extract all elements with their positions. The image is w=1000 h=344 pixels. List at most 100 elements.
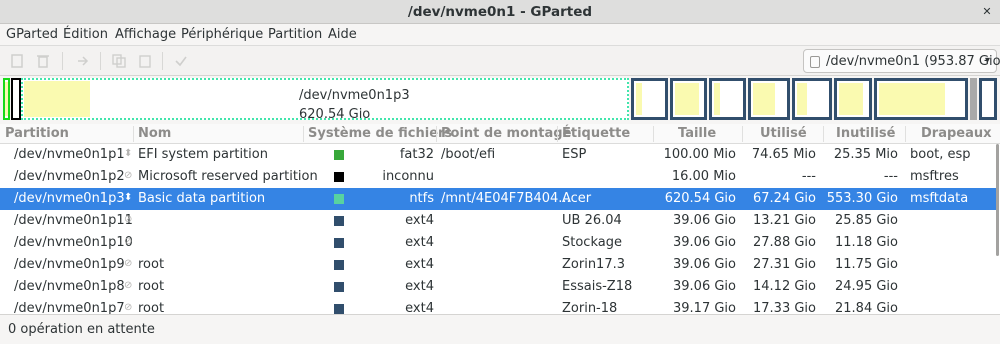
cell-used: --- (801, 169, 816, 184)
cell-partition: /dev/nvme0n1p7 (14, 301, 125, 314)
table-row[interactable]: /dev/nvme0n1p1 ⬍ EFI system partition fat32… (0, 144, 996, 166)
menu-edition[interactable]: Édition (63, 27, 108, 42)
cell-size: 39.06 Gio (673, 279, 736, 294)
apply-icon[interactable] (174, 54, 188, 68)
cell-unused: 25.35 Mio (833, 147, 898, 162)
cell-label: Zorin-18 (562, 301, 618, 314)
cell-filesystem: ext4 (405, 257, 434, 272)
info-icon: ⊘ (124, 302, 133, 313)
diskmap-used-area (714, 83, 720, 115)
partition-table: Partition Nom Système de fichiers Point … (0, 124, 1000, 314)
diskmap-unallocated[interactable] (970, 78, 977, 120)
column-header-flags[interactable]: Drapeaux (921, 126, 992, 141)
toolbar-separator (162, 52, 163, 70)
cell-flags: msftdata (910, 191, 969, 206)
cell-size: 16.00 Mio (671, 169, 736, 184)
cell-partition: /dev/nvme0n1p9 (14, 257, 125, 272)
diskmap-used-area (753, 83, 775, 115)
cell-used: 67.24 Gio (753, 191, 816, 206)
diskmap-used-area (636, 83, 642, 115)
column-header-size[interactable]: Taille (678, 126, 716, 141)
cell-label: UB 26.04 (562, 213, 622, 228)
table-scrollbar[interactable] (996, 144, 999, 256)
column-header-unused[interactable]: Inutilisé (836, 126, 895, 141)
diskmap-used-area (24, 81, 90, 117)
cell-unused: 21.84 Gio (835, 301, 898, 314)
diskmap-used-area (839, 83, 863, 115)
diskmap-partition-p8[interactable] (792, 78, 832, 120)
diskmap-used-area (675, 83, 699, 115)
diskmap-partition-p5[interactable] (670, 78, 707, 120)
column-header-name[interactable]: Nom (138, 126, 171, 141)
device-selector-label: /dev/nvme0n1 (953.87 Gio) (826, 54, 1000, 69)
diskmap-partition-p3[interactable]: /dev/nvme0n1p3 620.54 Gio (21, 78, 629, 122)
cell-partition: /dev/nvme0n1p3 (14, 191, 125, 206)
filesystem-color-swatch (334, 304, 344, 314)
toolbar-separator (100, 52, 101, 70)
copy-icon[interactable] (112, 54, 126, 68)
cell-mountpoint: /boot/efi (441, 147, 496, 162)
filesystem-color-swatch (334, 194, 344, 204)
menu-peripherique[interactable]: Périphérique (181, 27, 263, 42)
column-header-partition[interactable]: Partition (5, 126, 69, 141)
cell-partition: /dev/nvme0n1p1 (14, 147, 125, 162)
menu-affichage[interactable]: Affichage (115, 27, 176, 42)
cell-flags: msftres (910, 169, 959, 184)
cell-size: 39.06 Gio (673, 213, 736, 228)
cell-unused: 24.95 Gio (835, 279, 898, 294)
diskmap-partition-p11[interactable] (979, 78, 997, 120)
status-bar: 0 opération en attente (0, 314, 1000, 344)
cell-name: Microsoft reserved partition (138, 169, 318, 184)
table-row[interactable]: /dev/nvme0n1p7 ⊘ root ext4 Zorin-18 39.17 Gio… (0, 298, 996, 314)
menu-gparted[interactable]: GParted (6, 27, 58, 42)
diskmap-partition-p1[interactable] (3, 78, 10, 120)
diskmap-partition-p4[interactable] (631, 78, 668, 120)
table-row[interactable]: /dev/nvme0n1p2 ⊘ Microsoft reserved partit… (0, 166, 996, 188)
table-row[interactable]: /dev/nvme0n1p11 ⊘ ext4 UB 26.04 39.06 Gio 13.… (0, 210, 996, 232)
cell-size: 100.00 Mio (663, 147, 736, 162)
cell-unused: 25.85 Gio (835, 213, 898, 228)
cell-filesystem: fat32 (399, 147, 434, 162)
chevron-down-icon: ▾ (984, 55, 990, 66)
cell-label: Zorin17.3 (562, 257, 626, 272)
cell-filesystem: ext4 (405, 279, 434, 294)
cell-name: root (138, 301, 165, 314)
new-partition-icon[interactable] (10, 54, 24, 68)
window-title: /dev/nvme0n1 - GParted (407, 4, 593, 20)
diskmap-partition-p10[interactable] (874, 78, 968, 120)
column-header-mountpoint[interactable]: Point de montage (441, 126, 571, 141)
paste-icon[interactable] (138, 54, 152, 68)
table-row[interactable]: /dev/nvme0n1p8 ⊘ root ext4 Essais-Z18 39.06 G… (0, 276, 996, 298)
cell-unused: 553.30 Gio (826, 191, 898, 206)
cell-partition: /dev/nvme0n1p2 (14, 169, 125, 184)
diskmap-partition-p2[interactable] (11, 78, 21, 120)
cell-size: 39.06 Gio (673, 235, 736, 250)
lock-icon: ⬍ (124, 192, 133, 203)
diskmap-partition-p9[interactable] (834, 78, 872, 120)
cell-unused: --- (883, 169, 898, 184)
cell-partition: /dev/nvme0n1p8 (14, 279, 125, 294)
cell-used: 13.21 Gio (753, 213, 816, 228)
diskmap-partition-p6[interactable] (709, 78, 746, 120)
filesystem-color-swatch (334, 172, 344, 182)
menu-aide[interactable]: Aide (328, 27, 357, 42)
column-header-label[interactable]: Étiquette (562, 126, 630, 141)
table-row[interactable]: /dev/nvme0n1p9 ⊘ root ext4 Zorin17.3 39.06 Gi… (0, 254, 996, 276)
table-row[interactable]: /dev/nvme0n1p3 ⬍ Basic data partition ntfs /… (0, 188, 996, 210)
column-header-used[interactable]: Utilisé (760, 126, 807, 141)
toolbar: /dev/nvme0n1 (953.87 Gio) ▾ (0, 46, 1000, 76)
diskmap-partition-p7[interactable] (748, 78, 790, 120)
column-header-filesystem[interactable]: Système de fichiers (308, 126, 452, 141)
menu-partition[interactable]: Partition (268, 27, 322, 42)
resize-move-icon[interactable] (76, 54, 90, 68)
cell-name: Basic data partition (138, 191, 266, 206)
filesystem-color-swatch (334, 216, 344, 226)
disk-map: /dev/nvme0n1p3 620.54 Gio (0, 76, 1000, 122)
table-row[interactable]: /dev/nvme0n1p10 ⊘ ext4 Stockage 39.06 Gio 27.… (0, 232, 996, 254)
cell-used: 74.65 Mio (751, 147, 816, 162)
delete-partition-icon[interactable] (36, 54, 50, 68)
device-selector[interactable]: /dev/nvme0n1 (953.87 Gio) ▾ (803, 49, 1000, 73)
cell-filesystem: ext4 (405, 301, 434, 314)
close-icon[interactable]: ✕ (978, 3, 996, 21)
cell-label: Acer (562, 191, 592, 206)
